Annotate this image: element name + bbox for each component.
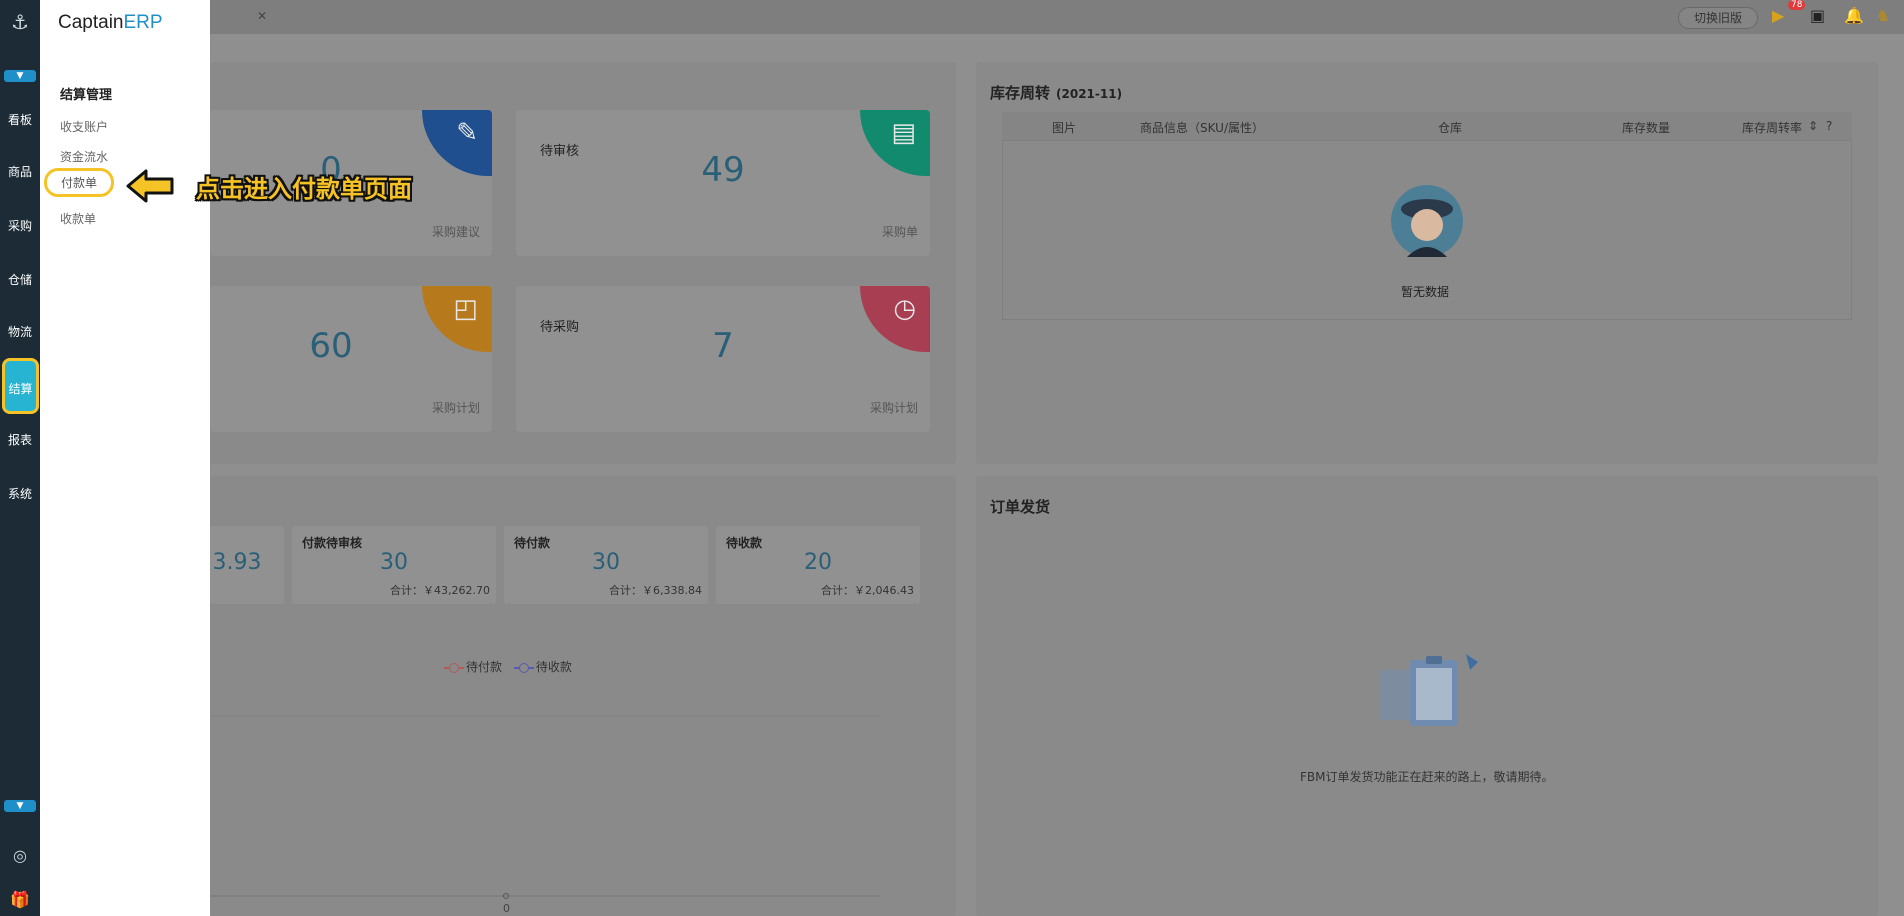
legend-item-pay[interactable]: 待付款 [466,660,502,674]
nav-item-reports[interactable]: 报表 [0,418,40,462]
tutorial-callout: 点击进入付款单页面 [126,168,412,204]
gift-icon[interactable]: 🎁 [8,888,32,912]
calendar-icon: ▤ [891,118,916,148]
menu-item-cashflow[interactable]: 资金流水 [60,148,108,165]
captain-empty-illustration [1391,185,1463,257]
stat-value: 60 [309,326,353,366]
stat-card-plan[interactable]: 60 采购计划 ◰ [210,286,492,432]
nav-item-warehouse[interactable]: 仓储 [0,258,40,302]
task-icon[interactable]: ▣ [1810,6,1825,25]
inventory-table-header: 图片 商品信息（SKU/属性） 仓库 库存数量 库存周转率 ⇕ ? [1002,112,1852,140]
finance-sum: 合计：￥6,338.84 [609,584,702,597]
finance-stat-partial[interactable]: 3.93 [210,526,284,604]
finance-line-chart: 0 [210,715,880,915]
stat-value: 49 [701,150,745,190]
clock-document-icon: ◷ [893,294,916,324]
section-title: 结算管理 [60,88,113,103]
brand-text-erp: ERP [123,12,163,33]
stat-value: 7 [712,326,734,366]
brand-text: Captain [58,12,124,33]
finance-stat-to-receive[interactable]: 待收款 20 合计：￥2,046.43 [716,526,920,604]
menu-item-payment-order[interactable]: 付款单 [44,168,115,197]
notification-badge: 78 [1788,0,1806,10]
stat-footer: 采购建议 [431,225,480,239]
document-user-icon: ◰ [453,294,478,324]
nav-item-system[interactable]: 系统 [0,472,40,516]
legend-marker-receive [513,662,534,673]
user-icon[interactable]: ♞ [1876,6,1890,25]
legend-marker-pay [444,662,464,673]
support-icon[interactable]: ◎ [8,844,32,868]
col-image: 图片 [1052,121,1077,135]
chevron-down-icon[interactable]: ▼ [4,70,36,82]
axis-zero-label: 0 [503,902,510,915]
finance-label: 待付款 [514,536,551,550]
finance-value: 30 [592,550,620,575]
orders-empty-text: FBM订单发货功能正在赶来的路上，敬请期待。 [1300,770,1554,784]
col-product-info: 商品信息（SKU/属性） [1140,121,1264,135]
callout-text: 点击进入付款单页面 [196,174,412,203]
finance-sum: 合计：￥2,046.43 [821,584,914,597]
finance-value: 3.93 [212,550,262,575]
finance-stat-payment-review[interactable]: 付款待审核 30 合计：￥43,262.70 [292,526,496,604]
stat-footer: 采购计划 [431,401,480,415]
left-nav: ⚓ ▼ 看板 商品 采购 仓储 物流 结算 报表 系统 ▼ ◎ 🎁 [0,0,40,916]
sort-icon[interactable]: ⇕ [1808,119,1818,133]
play-icon[interactable]: ▶ [1772,6,1784,25]
nav-item-products[interactable]: 商品 [0,150,40,194]
orders-title: 订单发货 [990,498,1051,516]
stat-footer: 采购计划 [869,401,918,415]
col-stock-qty: 库存数量 [1622,121,1671,135]
col-warehouse: 仓库 [1438,121,1463,135]
finance-sum: 合计：￥43,262.70 [390,584,490,597]
stat-card-pending-purchase[interactable]: 待采购 7 采购计划 ◷ [516,286,930,432]
captain-logo-icon[interactable]: ⚓ [8,10,32,34]
bell-icon[interactable]: 🔔 [1844,6,1864,25]
nav-item-settlement[interactable]: 结算 [2,358,39,414]
legend-item-receive[interactable]: 待收款 [536,660,572,674]
nav-item-purchase[interactable]: 采购 [0,204,40,248]
finance-stat-to-pay[interactable]: 待付款 30 合计：￥6,338.84 [504,526,708,604]
settlement-flyout-menu: CaptainERP 结算管理 收支账户 资金流水 付款单 收款单 [40,0,210,916]
inventory-table-body: 暂无数据 [1002,140,1852,320]
inventory-period: (2021-11) [1056,87,1123,101]
chevron-down-icon[interactable]: ▼ [4,800,36,812]
brand-logo: CaptainERP [40,0,210,48]
tab-close-icon[interactable]: ✕ [257,9,267,23]
finance-value: 30 [380,550,408,575]
chart-legend: 待付款 待收款 [436,658,572,675]
empty-data-text: 暂无数据 [1401,285,1450,299]
stat-card-pending-review[interactable]: 待审核 49 采购单 ▤ [516,110,930,256]
clipboard-empty-illustration [1380,654,1478,726]
finance-label: 待收款 [726,536,763,550]
switch-old-version-button[interactable]: 切换旧版 [1678,7,1758,29]
menu-item-receipt-order[interactable]: 收款单 [60,210,96,227]
menu-item-accounts[interactable]: 收支账户 [60,118,108,135]
inventory-title: 库存周转 (2021-11) [990,82,1122,103]
finance-value: 20 [804,550,832,575]
col-turnover-rate[interactable]: 库存周转率 [1742,119,1802,136]
nav-item-dashboard[interactable]: 看板 [0,98,40,142]
arrow-left-icon [126,169,174,203]
edit-icon: ✎ [456,118,478,148]
nav-item-logistics[interactable]: 物流 [0,310,40,354]
finance-label: 付款待审核 [302,536,363,550]
inventory-title-text: 库存周转 [990,84,1051,102]
top-bar: ✕ 切换旧版 ▶ 78 ▣ 🔔 ♞ [210,0,1904,34]
stat-footer: 采购单 [881,225,918,239]
help-icon[interactable]: ? [1826,119,1832,133]
